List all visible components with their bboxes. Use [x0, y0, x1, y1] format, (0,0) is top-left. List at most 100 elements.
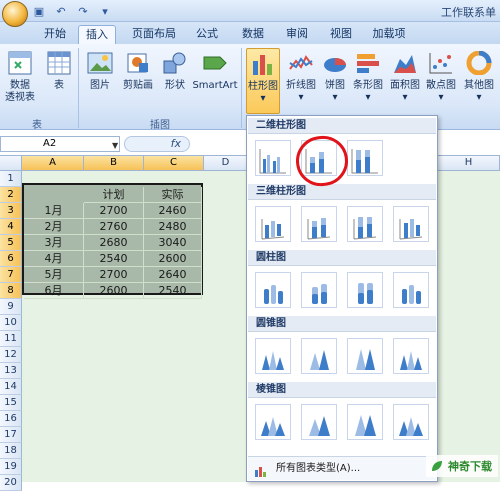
percent-stacked-column-2d[interactable] — [347, 140, 383, 176]
row-header[interactable]: 12 — [0, 347, 22, 363]
table-cell[interactable]: 3040 — [144, 235, 202, 251]
column-header-a[interactable]: A — [22, 156, 84, 171]
row-header[interactable]: 18 — [0, 443, 22, 459]
table-cell[interactable]: 2460 — [144, 203, 202, 219]
tab-formulas[interactable]: 公式 — [190, 25, 224, 44]
table-cell[interactable]: 6月 — [24, 283, 84, 299]
row-header[interactable]: 20 — [0, 475, 22, 491]
table-cell[interactable]: 2700 — [84, 267, 144, 283]
row-header[interactable]: 10 — [0, 315, 22, 331]
row-header[interactable]: 16 — [0, 411, 22, 427]
tab-page-layout[interactable]: 页面布局 — [126, 25, 182, 44]
tab-view[interactable]: 视图 — [324, 25, 358, 44]
table-cell[interactable]: 2540 — [144, 283, 202, 299]
column-3d-icon — [261, 219, 285, 240]
table-cell[interactable]: 2760 — [84, 219, 144, 235]
tab-home[interactable]: 开始 — [38, 25, 72, 44]
select-all-corner[interactable] — [0, 156, 22, 171]
all-chart-types-button[interactable]: 所有图表类型(A)... — [248, 456, 436, 480]
row-header[interactable]: 3 — [0, 203, 22, 219]
table-button[interactable]: 表 — [44, 48, 74, 92]
tab-insert[interactable]: 插入 — [78, 25, 116, 44]
table-cell[interactable]: 1月 — [24, 203, 84, 219]
shapes-button[interactable]: 形状 — [160, 48, 190, 92]
row-header[interactable]: 19 — [0, 459, 22, 475]
tab-data[interactable]: 数据 — [236, 25, 270, 44]
column-header-d[interactable]: D — [204, 156, 248, 171]
row-header[interactable]: 8 — [0, 283, 22, 299]
row-header[interactable]: 11 — [0, 331, 22, 347]
save-icon[interactable]: ▣ — [30, 3, 48, 19]
cone-chart-option[interactable] — [393, 338, 429, 374]
row-header[interactable]: 9 — [0, 299, 22, 315]
table-cell[interactable]: 2640 — [144, 267, 202, 283]
column-chart-button[interactable]: 柱形图 ▾ — [246, 48, 280, 114]
row-header[interactable]: 1 — [0, 171, 22, 187]
chevron-down-icon: ▾ — [365, 92, 371, 103]
tab-addins[interactable]: 加载项 — [366, 25, 412, 44]
clustered-column-2d[interactable] — [255, 140, 291, 176]
table-cell[interactable]: 2600 — [84, 283, 144, 299]
pivot-table-button[interactable]: 数据 透视表 — [2, 48, 38, 104]
watermark-logo: 神奇下载 — [426, 455, 498, 477]
table-cell[interactable]: 2540 — [84, 251, 144, 267]
cone-chart-option[interactable] — [301, 338, 337, 374]
pyramid-chart-option[interactable] — [347, 404, 383, 440]
row-header[interactable]: 5 — [0, 235, 22, 251]
area-chart-icon — [390, 48, 420, 78]
column-3d[interactable] — [393, 206, 429, 242]
cone-chart-option[interactable] — [255, 338, 291, 374]
table-icon — [44, 48, 74, 78]
row-header[interactable]: 14 — [0, 379, 22, 395]
shapes-icon — [160, 48, 190, 78]
column-header-c[interactable]: C — [144, 156, 204, 171]
cylinder-chart-option[interactable] — [347, 272, 383, 308]
table-cell[interactable]: 2480 — [144, 219, 202, 235]
row-header[interactable]: 6 — [0, 251, 22, 267]
table-cell[interactable]: 4月 — [24, 251, 84, 267]
clipart-button[interactable]: 剪贴画 — [118, 48, 158, 92]
area-chart-button[interactable]: 面积图 ▾ — [387, 48, 423, 104]
cylinder-chart-option[interactable] — [255, 272, 291, 308]
row-header[interactable]: 7 — [0, 267, 22, 283]
picture-button[interactable]: 图片 — [84, 48, 116, 92]
table-cell[interactable]: 2700 — [84, 203, 144, 219]
scatter-chart-button[interactable]: 散点图 ▾ — [423, 48, 459, 104]
bar-chart-button[interactable]: 条形图 ▾ — [350, 48, 386, 104]
tab-review[interactable]: 审阅 — [280, 25, 314, 44]
table-cell[interactable]: 2680 — [84, 235, 144, 251]
row-header[interactable]: 2 — [0, 187, 22, 203]
table-cell[interactable]: 3月 — [24, 235, 84, 251]
table-header-cell[interactable]: 实际 — [144, 187, 202, 203]
office-button[interactable] — [2, 1, 28, 27]
pie-chart-button[interactable]: 饼图 ▾ — [320, 48, 350, 104]
pyramid-chart-option[interactable] — [393, 404, 429, 440]
stacked-column-3d[interactable] — [301, 206, 337, 242]
chevron-down-icon[interactable]: ▼ — [112, 141, 118, 150]
line-chart-button[interactable]: 折线图 ▾ — [282, 48, 320, 104]
cone-chart-option[interactable] — [347, 338, 383, 374]
table-cell[interactable]: 2月 — [24, 219, 84, 235]
name-box[interactable]: A2 — [0, 136, 120, 152]
pyramid-chart-option[interactable] — [255, 404, 291, 440]
row-header[interactable]: 4 — [0, 219, 22, 235]
cylinder-chart-option[interactable] — [301, 272, 337, 308]
undo-icon[interactable]: ↶ — [52, 3, 70, 19]
other-chart-button[interactable]: 其他图 ▾ — [459, 48, 499, 104]
pyramid-chart-option[interactable] — [301, 404, 337, 440]
cylinder-chart-option[interactable] — [393, 272, 429, 308]
row-header[interactable]: 17 — [0, 427, 22, 443]
column-header-b[interactable]: B — [84, 156, 144, 171]
percent-column-3d[interactable] — [347, 206, 383, 242]
table-cell[interactable]: 2600 — [144, 251, 202, 267]
column-header-h[interactable]: H — [438, 156, 500, 171]
row-header[interactable]: 15 — [0, 395, 22, 411]
fx-icon[interactable]: fx — [124, 136, 190, 152]
smartart-button[interactable]: SmartArt — [192, 48, 238, 92]
clustered-column-3d[interactable] — [255, 206, 291, 242]
customize-qat-icon[interactable]: ▾ — [96, 3, 114, 19]
redo-icon[interactable]: ↷ — [74, 3, 92, 19]
table-header-cell[interactable]: 计划 — [84, 187, 144, 203]
row-header[interactable]: 13 — [0, 363, 22, 379]
table-cell[interactable]: 5月 — [24, 267, 84, 283]
